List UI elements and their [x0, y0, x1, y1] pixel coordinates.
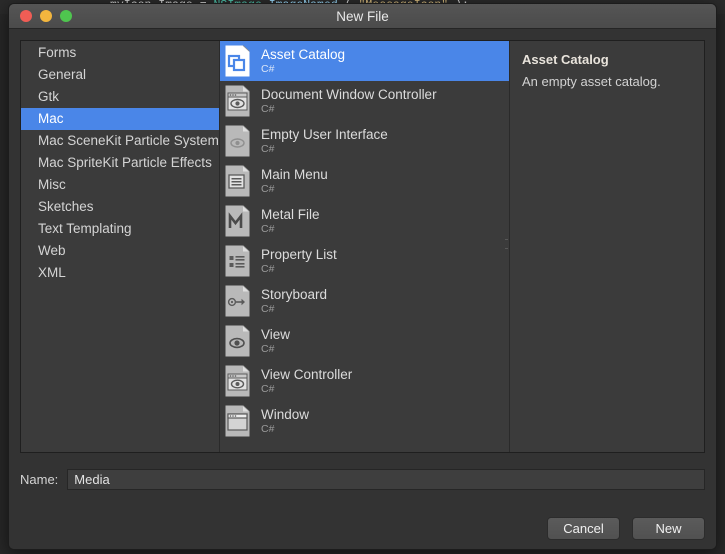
- new-button[interactable]: New: [632, 517, 705, 540]
- category-item-label: Web: [38, 243, 66, 258]
- template-item-empty-user-interface[interactable]: Empty User Interface C#: [220, 121, 509, 161]
- template-item-language: C#: [261, 142, 275, 155]
- template-item-metal-file[interactable]: Metal File C#: [220, 201, 509, 241]
- template-item-document-window-controller[interactable]: Document Window Controller C#: [220, 81, 509, 121]
- detail-description: An empty asset catalog.: [522, 74, 661, 89]
- template-item-text: View Controller C#: [261, 367, 352, 396]
- template-item-label: Asset Catalog: [261, 46, 346, 62]
- template-item-label: Metal File: [261, 206, 320, 222]
- category-item-label: XML: [38, 265, 66, 280]
- template-item-label: Empty User Interface: [261, 126, 388, 142]
- template-item-language: C#: [261, 342, 275, 355]
- template-item-text: Property List C#: [261, 247, 337, 276]
- template-item-language: C#: [261, 262, 275, 275]
- template-item-language: C#: [261, 62, 275, 75]
- template-list-container: Asset Catalog C# Document Window Controlle…: [220, 41, 510, 452]
- template-item-main-menu[interactable]: Main Menu C#: [220, 161, 509, 201]
- template-item-language: C#: [261, 182, 275, 195]
- template-item-label: Property List: [261, 246, 337, 262]
- new-file-dialog: New File Forms General Gtk Mac Mac SceneKit …: [8, 3, 717, 550]
- template-item-language: C#: [261, 222, 275, 235]
- category-list[interactable]: Forms General Gtk Mac Mac SceneKit Particle …: [21, 41, 220, 452]
- splitter-grip-icon: [505, 239, 508, 249]
- dialog-footer: Cancel New: [20, 490, 705, 549]
- template-item-text: Empty User Interface C#: [261, 127, 388, 156]
- category-item-forms[interactable]: Forms: [21, 42, 219, 64]
- asset-catalog-icon: [224, 45, 252, 77]
- close-button[interactable]: [20, 10, 32, 22]
- category-item-misc[interactable]: Misc: [21, 174, 219, 196]
- minimize-button[interactable]: [40, 10, 52, 22]
- template-list[interactable]: Asset Catalog C# Document Window Controlle…: [220, 41, 509, 452]
- view-controller-icon: [224, 365, 252, 397]
- category-item-mac-spritekit-particle-effects[interactable]: Mac SpriteKit Particle Effects: [21, 152, 219, 174]
- storyboard-icon: [224, 285, 252, 317]
- metal-file-icon: [224, 205, 252, 237]
- template-detail-pane: Asset Catalog An empty asset catalog.: [510, 41, 704, 452]
- property-list-icon: [224, 245, 252, 277]
- template-item-label: View: [261, 326, 291, 342]
- template-item-language: C#: [261, 102, 275, 115]
- selection-panes: Forms General Gtk Mac Mac SceneKit Particle …: [20, 40, 705, 453]
- dialog-titlebar[interactable]: New File: [9, 4, 716, 29]
- template-item-language: C#: [261, 382, 275, 395]
- category-item-label: Gtk: [38, 89, 60, 104]
- category-item-label: Mac: [38, 111, 64, 126]
- template-item-text: Document Window Controller C#: [261, 87, 437, 116]
- template-item-view[interactable]: View C#: [220, 321, 509, 361]
- dialog-body: Forms General Gtk Mac Mac SceneKit Particle …: [9, 29, 716, 549]
- template-item-text: Window C#: [261, 407, 309, 436]
- category-item-mac[interactable]: Mac: [21, 108, 219, 130]
- template-item-language: C#: [261, 302, 275, 315]
- template-item-label: Window: [261, 406, 310, 422]
- template-item-storyboard[interactable]: Storyboard C#: [220, 281, 509, 321]
- category-item-label: Text Templating: [38, 221, 132, 236]
- template-item-window[interactable]: Window C#: [220, 401, 509, 441]
- view-icon: [224, 325, 252, 357]
- category-item-web[interactable]: Web: [21, 240, 219, 262]
- category-item-label: Misc: [38, 177, 66, 192]
- category-item-xml[interactable]: XML: [21, 262, 219, 284]
- empty-user-interface-icon: [224, 125, 252, 157]
- template-item-label: Storyboard: [261, 286, 328, 302]
- document-window-controller-icon: [224, 85, 252, 117]
- template-item-text: Metal File C#: [261, 207, 320, 236]
- main-menu-icon: [224, 165, 252, 197]
- template-item-text: Main Menu C#: [261, 167, 328, 196]
- category-item-label: General: [38, 67, 87, 82]
- detail-title: Asset Catalog: [522, 52, 609, 67]
- name-row: Name:: [20, 469, 705, 490]
- category-item-sketches[interactable]: Sketches: [21, 196, 219, 218]
- category-item-label: Mac SpriteKit Particle Effects: [38, 155, 212, 170]
- template-item-label: Main Menu: [261, 166, 328, 182]
- cancel-button[interactable]: Cancel: [547, 517, 620, 540]
- category-item-general[interactable]: General: [21, 64, 219, 86]
- template-item-text: View C#: [261, 327, 290, 356]
- category-item-label: Mac SceneKit Particle Systems: [38, 133, 219, 148]
- template-item-asset-catalog[interactable]: Asset Catalog C#: [220, 41, 509, 81]
- template-item-label: View Controller: [261, 366, 353, 382]
- template-item-label: Document Window Controller: [261, 86, 437, 102]
- window-controls: [20, 10, 72, 22]
- category-item-label: Sketches: [38, 199, 94, 214]
- name-label: Name:: [20, 472, 59, 487]
- zoom-button[interactable]: [60, 10, 72, 22]
- template-item-view-controller[interactable]: View Controller C#: [220, 361, 509, 401]
- category-item-label: Forms: [38, 45, 77, 60]
- template-item-language: C#: [261, 422, 275, 435]
- template-item-text: Asset Catalog C#: [261, 47, 345, 76]
- category-item-text-templating[interactable]: Text Templating: [21, 218, 219, 240]
- category-item-gtk[interactable]: Gtk: [21, 86, 219, 108]
- name-input[interactable]: [67, 469, 705, 490]
- window-icon: [224, 405, 252, 437]
- category-item-mac-scenekit-particle-systems[interactable]: Mac SceneKit Particle Systems: [21, 130, 219, 152]
- window-title: New File: [336, 8, 389, 24]
- pane-splitter[interactable]: [504, 41, 509, 452]
- template-item-property-list[interactable]: Property List C#: [220, 241, 509, 281]
- template-item-text: Storyboard C#: [261, 287, 327, 316]
